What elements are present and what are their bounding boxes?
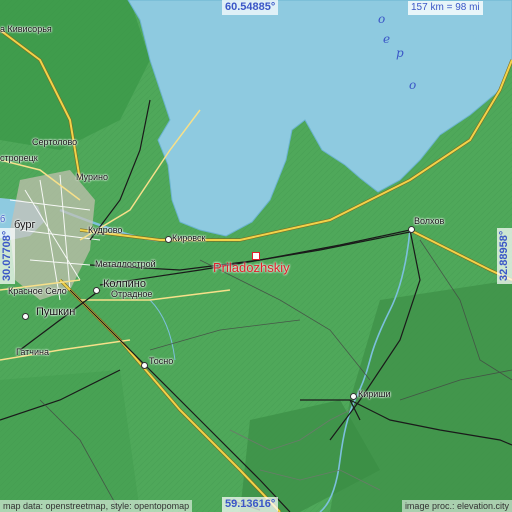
town-label: Кириши <box>358 389 391 399</box>
lake-label-letter: р <box>396 46 404 60</box>
latitude-top-label: 60.54885° <box>222 0 279 15</box>
latitude-bottom-label: 59.13616° <box>222 497 279 512</box>
town-marker <box>141 362 148 369</box>
town-label: Красное Село <box>8 286 67 296</box>
attribution-map-data: map data: openstreetmap, style: opentopo… <box>0 500 193 512</box>
place-marker[interactable] <box>252 252 260 260</box>
town-marker <box>165 236 172 243</box>
place-name-label: Priladozhskiy <box>213 260 290 275</box>
lake-label-letter: о <box>378 12 386 26</box>
lake-label-letter: е <box>383 32 391 46</box>
attribution-image-proc: image proc.: elevation.city <box>401 500 512 512</box>
scale-bar: 157 km = 98 mi <box>408 1 483 15</box>
lake-label-letter: о <box>409 78 417 92</box>
longitude-right-label: 32.88958° <box>497 227 512 284</box>
town-label: Сертолово <box>32 137 78 147</box>
town-label: Волхов <box>414 216 445 226</box>
town-label: Тосно <box>149 356 174 366</box>
town-label: Гатчина <box>16 347 49 357</box>
town-label: бург <box>14 219 36 231</box>
town-label: Металлострой <box>95 259 156 269</box>
town-marker <box>93 287 100 294</box>
town-marker <box>408 226 415 233</box>
town-label: Кудрово <box>88 225 123 235</box>
town-label: а Кивисорья <box>0 24 52 34</box>
longitude-left-label: 30.07708° <box>0 227 15 284</box>
town-label: строрецк <box>0 153 38 163</box>
town-label: Кировск <box>172 233 206 243</box>
town-marker <box>22 313 29 320</box>
town-label: б <box>0 214 6 224</box>
town-marker <box>350 393 357 400</box>
map-view[interactable]: о е р о 60.54885° 59.13616° 30.07708° 32… <box>0 0 512 512</box>
town-label: Отрадное <box>111 289 153 299</box>
town-label: Мурино <box>76 172 109 182</box>
town-label: Пушкин <box>36 306 76 318</box>
